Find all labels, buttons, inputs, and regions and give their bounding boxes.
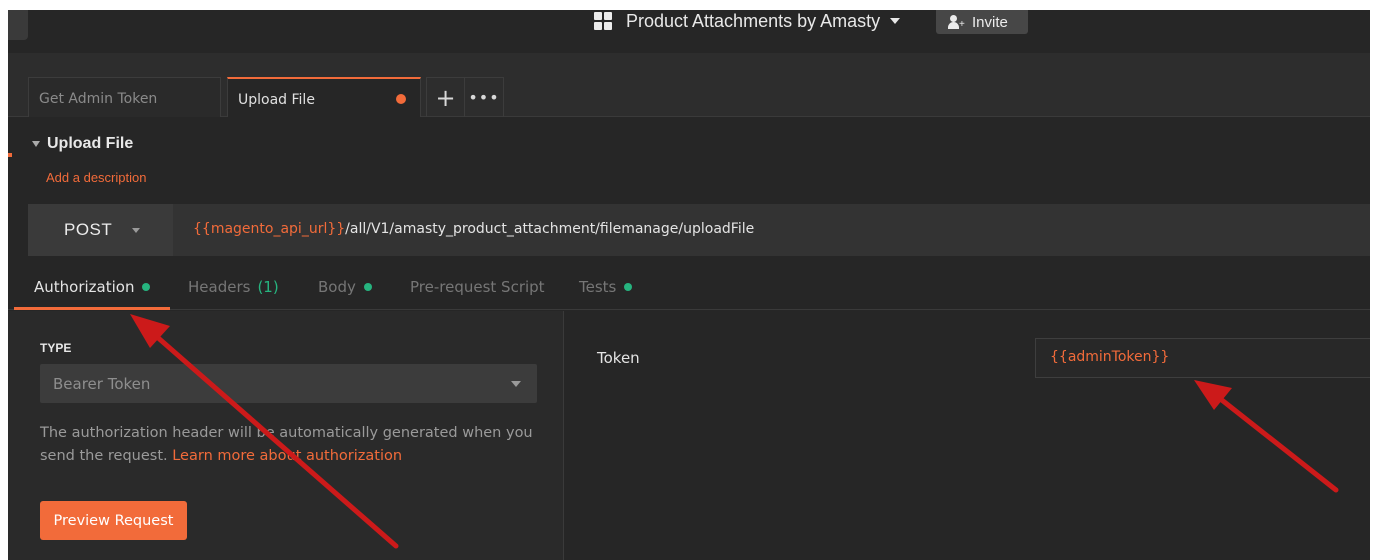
tab-actions: + ••• bbox=[426, 77, 504, 117]
plus-icon[interactable]: + bbox=[427, 78, 465, 117]
add-user-icon: + bbox=[948, 15, 965, 30]
token-label: Token bbox=[597, 349, 640, 367]
tab-label: Get Admin Token bbox=[39, 91, 158, 107]
learn-more-link[interactable]: Learn more about authorization bbox=[172, 448, 402, 464]
auth-type-panel: TYPE Bearer Token The authorization head… bbox=[8, 311, 564, 560]
tab-pre-request-script[interactable]: Pre-request Script bbox=[410, 278, 545, 296]
header-left-button[interactable] bbox=[8, 10, 28, 40]
url-path: /all/V1/amasty_product_attachment/filema… bbox=[345, 221, 755, 237]
status-dot bbox=[363, 283, 372, 291]
request-name-toggle[interactable]: Upload File bbox=[32, 135, 133, 153]
method-label: POST bbox=[64, 220, 113, 239]
url-variable: {{magento_api_url}} bbox=[193, 221, 346, 237]
chevron-down-icon bbox=[132, 227, 141, 233]
token-input[interactable]: {{adminToken}} bbox=[1035, 338, 1370, 378]
request-header: Upload File Add a description bbox=[8, 118, 1370, 204]
tab-upload-file[interactable]: Upload File bbox=[227, 77, 421, 117]
tab-label: Body bbox=[318, 278, 356, 296]
ellipsis-icon[interactable]: ••• bbox=[465, 78, 503, 117]
invite-label: Invite bbox=[972, 13, 1008, 31]
url-bar: POST {{magento_api_url}}/all/V1/amasty_p… bbox=[28, 204, 1370, 256]
auth-type-value: Bearer Token bbox=[53, 375, 151, 393]
chevron-down-icon bbox=[511, 381, 521, 387]
auth-type-select[interactable]: Bearer Token bbox=[40, 364, 537, 403]
status-dot bbox=[142, 283, 151, 291]
add-description-link[interactable]: Add a description bbox=[46, 170, 146, 185]
collapse-triangle-icon bbox=[32, 141, 40, 147]
status-dot bbox=[624, 283, 633, 291]
edge-marker bbox=[8, 153, 12, 157]
tab-label: Authorization bbox=[34, 278, 135, 296]
tab-label: Tests bbox=[579, 278, 617, 296]
postman-app: Product Attachments by Amasty + Invite G… bbox=[8, 10, 1370, 560]
tab-authorization[interactable]: Authorization bbox=[34, 278, 151, 296]
method-select[interactable]: POST bbox=[28, 204, 173, 256]
auth-token-panel: Token {{adminToken}} bbox=[565, 311, 1370, 560]
tab-get-admin-token[interactable]: Get Admin Token bbox=[28, 77, 221, 117]
workspace-switcher[interactable]: Product Attachments by Amasty bbox=[594, 10, 901, 32]
tab-tests[interactable]: Tests bbox=[579, 278, 633, 296]
header-bar: Product Attachments by Amasty + Invite bbox=[8, 10, 1370, 53]
request-name: Upload File bbox=[47, 135, 134, 152]
tab-label: Headers bbox=[188, 278, 251, 296]
request-tabs-bar: Get Admin Token Upload File + ••• bbox=[8, 53, 1370, 117]
url-input[interactable]: {{magento_api_url}}/all/V1/amasty_produc… bbox=[193, 221, 754, 237]
invite-button[interactable]: + Invite bbox=[936, 10, 1028, 34]
tab-label: Upload File bbox=[238, 92, 315, 108]
tab-body[interactable]: Body bbox=[318, 278, 372, 296]
preview-request-button[interactable]: Preview Request bbox=[40, 501, 187, 540]
request-subtabs: Authorization Headers (1) Body Pre-reques… bbox=[8, 268, 1370, 310]
auth-description: The authorization header will be automat… bbox=[40, 422, 540, 468]
active-tab-underline bbox=[14, 307, 170, 310]
workspace-grid-icon bbox=[594, 12, 612, 30]
unsaved-changes-dot bbox=[396, 94, 406, 104]
tab-headers[interactable]: Headers (1) bbox=[188, 278, 279, 296]
tab-label: Pre-request Script bbox=[410, 278, 545, 296]
headers-count: (1) bbox=[257, 278, 279, 296]
workspace-name: Product Attachments by Amasty bbox=[626, 10, 881, 31]
chevron-down-icon bbox=[890, 18, 901, 24]
type-label: TYPE bbox=[40, 341, 72, 355]
